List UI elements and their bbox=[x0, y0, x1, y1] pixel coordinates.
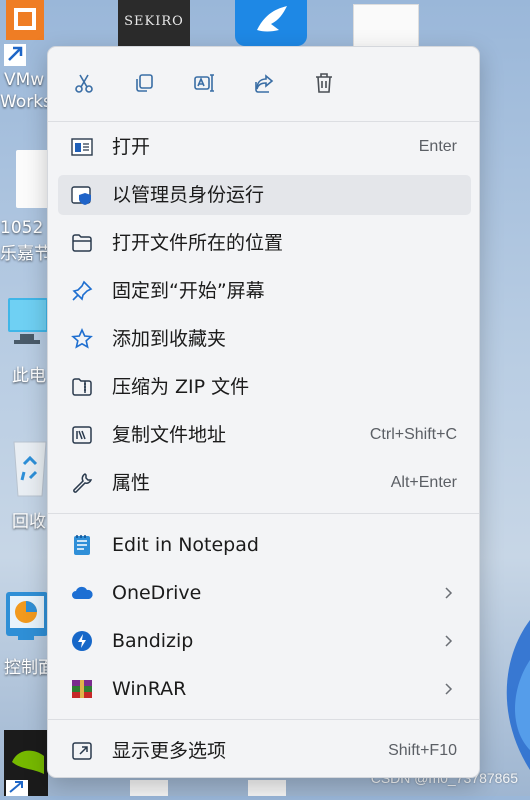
menu-item-label: Edit in Notepad bbox=[112, 534, 259, 556]
menu-item-add-favorites[interactable]: 添加到收藏夹 bbox=[58, 319, 471, 359]
star-icon bbox=[70, 327, 94, 351]
this-pc-label: 此电 bbox=[12, 366, 46, 386]
menu-item-edit-notepad[interactable]: Edit in Notepad bbox=[58, 525, 471, 565]
vmware-icon[interactable] bbox=[0, 0, 48, 66]
quick-actions-bar bbox=[48, 47, 479, 121]
menu-item-open[interactable]: 打开 Enter bbox=[58, 127, 471, 167]
scissors-icon bbox=[75, 74, 93, 93]
notepad-icon bbox=[70, 533, 94, 557]
delete-button[interactable] bbox=[308, 67, 340, 99]
trash-icon bbox=[316, 73, 332, 93]
menu-item-label: 固定到“开始”屏幕 bbox=[112, 280, 265, 302]
menu-item-label: 添加到收藏夹 bbox=[112, 328, 227, 350]
rename-button[interactable] bbox=[188, 67, 220, 99]
context-menu: 打开 Enter 以管理员身份运行 打开文件所在的位置 固定到“开始”屏幕 添加… bbox=[47, 46, 480, 778]
onedrive-cloud-icon bbox=[70, 581, 94, 605]
document-thumbnail-icon[interactable] bbox=[353, 4, 419, 48]
menu-item-run-as-admin[interactable]: 以管理员身份运行 bbox=[58, 175, 471, 215]
chevron-right-icon bbox=[445, 587, 453, 599]
menu-item-label: 属性 bbox=[112, 472, 151, 494]
sekiro-album-icon[interactable]: SEKIRO bbox=[118, 0, 190, 46]
zip-folder-icon bbox=[70, 375, 94, 399]
file-icon[interactable] bbox=[16, 150, 50, 208]
file-label-1: 1052 bbox=[0, 218, 44, 238]
copy-icon bbox=[136, 74, 153, 92]
menu-item-compress-zip[interactable]: 压缩为 ZIP 文件 bbox=[58, 367, 471, 407]
share-icon bbox=[255, 74, 274, 93]
recycle-bin-icon[interactable] bbox=[12, 438, 48, 498]
show-more-icon bbox=[70, 739, 94, 763]
vmware-label-1: VMw bbox=[4, 70, 45, 90]
sekiro-title: SEKIRO bbox=[124, 14, 184, 29]
menu-item-label: 压缩为 ZIP 文件 bbox=[112, 376, 250, 398]
nvidia-icon[interactable] bbox=[4, 730, 48, 796]
hummingbird-app-icon[interactable] bbox=[235, 0, 307, 46]
admin-shield-icon bbox=[70, 183, 94, 207]
partial-file-icon[interactable] bbox=[130, 780, 168, 796]
divider bbox=[48, 121, 479, 122]
divider bbox=[48, 719, 479, 720]
menu-item-label: 打开 bbox=[112, 136, 151, 158]
menu-item-pin-start[interactable]: 固定到“开始”屏幕 bbox=[58, 271, 471, 311]
menu-item-bandizip[interactable]: Bandizip bbox=[58, 621, 471, 661]
this-pc-icon[interactable] bbox=[6, 296, 48, 352]
copy-button[interactable] bbox=[128, 67, 160, 99]
menu-item-properties[interactable]: 属性 Alt+Enter bbox=[58, 463, 471, 503]
open-window-icon bbox=[70, 135, 94, 159]
wrench-icon bbox=[70, 471, 94, 495]
pin-icon bbox=[70, 279, 94, 303]
partial-file-icon-2[interactable] bbox=[248, 780, 286, 796]
menu-item-label: WinRAR bbox=[112, 678, 187, 700]
chevron-right-icon bbox=[445, 635, 453, 647]
menu-item-onedrive[interactable]: OneDrive bbox=[58, 573, 471, 613]
shortcut-text: Ctrl+Shift+C bbox=[369, 426, 457, 443]
share-button[interactable] bbox=[248, 67, 280, 99]
menu-item-show-more-options[interactable]: 显示更多选项 Shift+F10 bbox=[58, 731, 471, 771]
control-panel-icon[interactable] bbox=[4, 590, 48, 644]
recycle-bin-label: 回收 bbox=[12, 512, 46, 532]
shortcut-text: Enter bbox=[418, 138, 457, 155]
menu-item-copy-path[interactable]: 复制文件地址 Ctrl+Shift+C bbox=[58, 415, 471, 455]
vmware-label-2: Works bbox=[0, 92, 52, 112]
winrar-icon bbox=[70, 677, 94, 701]
menu-item-label: 复制文件地址 bbox=[112, 424, 227, 446]
divider bbox=[48, 513, 479, 514]
menu-item-label: OneDrive bbox=[112, 582, 202, 604]
folder-icon bbox=[70, 231, 94, 255]
shortcut-text: Alt+Enter bbox=[390, 474, 457, 491]
menu-item-label: 打开文件所在的位置 bbox=[112, 232, 284, 254]
menu-item-label: 显示更多选项 bbox=[112, 740, 227, 762]
menu-item-label: Bandizip bbox=[112, 630, 194, 652]
rename-icon bbox=[194, 74, 214, 92]
chevron-right-icon bbox=[445, 683, 453, 695]
shortcut-text: Shift+F10 bbox=[388, 742, 457, 759]
menu-item-winrar[interactable]: WinRAR bbox=[58, 669, 471, 709]
cut-button[interactable] bbox=[68, 67, 100, 99]
menu-item-open-location[interactable]: 打开文件所在的位置 bbox=[58, 223, 471, 263]
menu-item-label: 以管理员身份运行 bbox=[112, 184, 265, 206]
bandizip-icon bbox=[70, 629, 94, 653]
copy-path-icon bbox=[70, 423, 94, 447]
